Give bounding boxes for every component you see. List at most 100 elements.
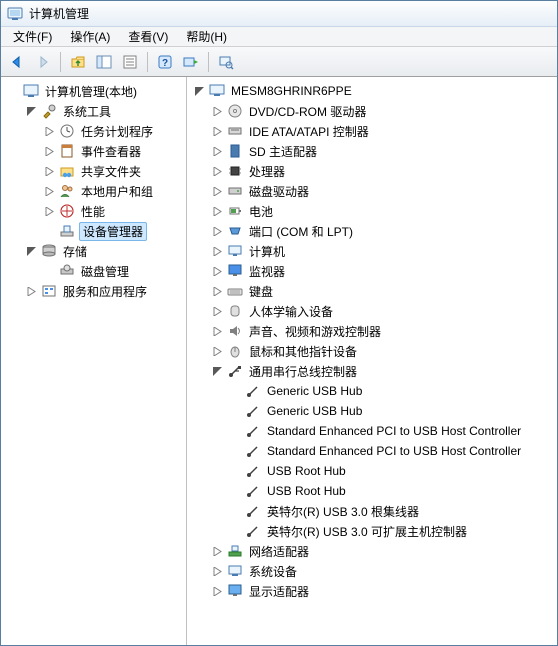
expand-icon[interactable] (211, 265, 223, 277)
expand-icon[interactable] (211, 285, 223, 297)
collapse-icon[interactable] (25, 245, 37, 257)
device-usb-item[interactable]: USB Root Hub (189, 461, 555, 481)
tree-label: 鼠标和其他指针设备 (247, 343, 359, 360)
tree-label: 网络适配器 (247, 543, 311, 560)
expand-icon[interactable] (211, 305, 223, 317)
menu-help[interactable]: 帮助(H) (178, 27, 235, 46)
tree-task-scheduler[interactable]: 任务计划程序 (3, 121, 184, 141)
tree-label: USB Root Hub (265, 464, 348, 478)
up-button[interactable] (66, 50, 90, 74)
expand-icon[interactable] (211, 545, 223, 557)
device-dvd[interactable]: DVD/CD-ROM 驱动器 (189, 101, 555, 121)
device-sd[interactable]: SD 主适配器 (189, 141, 555, 161)
device-manager-icon (59, 223, 75, 239)
tree-label: 磁盘驱动器 (247, 183, 311, 200)
expand-icon[interactable] (211, 225, 223, 237)
expand-icon[interactable] (211, 165, 223, 177)
usb-device-icon (245, 383, 261, 399)
expand-icon[interactable] (43, 125, 55, 137)
usb-device-icon (245, 423, 261, 439)
device-ports[interactable]: 端口 (COM 和 LPT) (189, 221, 555, 241)
show-hide-tree-button[interactable] (92, 50, 116, 74)
no-children-icon (229, 385, 241, 397)
tree-event-viewer[interactable]: 事件查看器 (3, 141, 184, 161)
expand-icon[interactable] (211, 345, 223, 357)
toolbar-separator (208, 52, 209, 72)
tree-services-apps[interactable]: 服务和应用程序 (3, 281, 184, 301)
device-system[interactable]: 系统设备 (189, 561, 555, 581)
expand-icon[interactable] (211, 565, 223, 577)
device-processor[interactable]: 处理器 (189, 161, 555, 181)
expand-icon[interactable] (43, 185, 55, 197)
expand-icon[interactable] (211, 145, 223, 157)
device-usb-item[interactable]: Standard Enhanced PCI to USB Host Contro… (189, 421, 555, 441)
device-battery[interactable]: 电池 (189, 201, 555, 221)
device-usb-item[interactable]: Generic USB Hub (189, 381, 555, 401)
device-hid[interactable]: 人体学输入设备 (189, 301, 555, 321)
tree-storage[interactable]: 存储 (3, 241, 184, 261)
device-disk-drives[interactable]: 磁盘驱动器 (189, 181, 555, 201)
tree-root-computer-management[interactable]: 计算机管理(本地) (3, 81, 184, 101)
device-root-computer[interactable]: MESM8GHRINR6PPE (189, 81, 555, 101)
expand-icon[interactable] (211, 245, 223, 257)
device-keyboard[interactable]: 键盘 (189, 281, 555, 301)
back-button[interactable] (5, 50, 29, 74)
expand-icon[interactable] (211, 185, 223, 197)
tree-device-manager[interactable]: 设备管理器 (3, 221, 184, 241)
expand-icon[interactable] (211, 205, 223, 217)
no-children-icon (229, 445, 241, 457)
tree-label: 电池 (247, 203, 275, 220)
tree-label: Standard Enhanced PCI to USB Host Contro… (265, 444, 523, 458)
tree-local-users[interactable]: 本地用户和组 (3, 181, 184, 201)
menu-action[interactable]: 操作(A) (62, 27, 118, 46)
tree-performance[interactable]: 性能 (3, 201, 184, 221)
usb-device-icon (245, 503, 261, 519)
collapse-icon[interactable] (211, 365, 223, 377)
processor-icon (227, 163, 243, 179)
svg-text:?: ? (162, 58, 168, 69)
expand-icon[interactable] (211, 105, 223, 117)
tree-system-tools[interactable]: 系统工具 (3, 101, 184, 121)
expand-icon[interactable] (43, 205, 55, 217)
collapse-icon[interactable] (193, 85, 205, 97)
device-network[interactable]: 网络适配器 (189, 541, 555, 561)
device-usb-item[interactable]: USB Root Hub (189, 481, 555, 501)
device-sound[interactable]: 声音、视频和游戏控制器 (189, 321, 555, 341)
device-mouse[interactable]: 鼠标和其他指针设备 (189, 341, 555, 361)
device-usb-controllers[interactable]: 通用串行总线控制器 (189, 361, 555, 381)
expand-icon[interactable] (43, 145, 55, 157)
no-children-icon (229, 485, 241, 497)
device-monitor[interactable]: 监视器 (189, 261, 555, 281)
tree-label: 事件查看器 (79, 143, 143, 160)
tree-label: 设备管理器 (79, 222, 147, 241)
device-usb-item[interactable]: Generic USB Hub (189, 401, 555, 421)
expand-icon[interactable] (211, 585, 223, 597)
services-icon (41, 283, 57, 299)
expand-icon[interactable] (211, 125, 223, 137)
tree-shared-folders[interactable]: 共享文件夹 (3, 161, 184, 181)
device-usb-item[interactable]: Standard Enhanced PCI to USB Host Contro… (189, 441, 555, 461)
collapse-icon[interactable] (25, 105, 37, 117)
no-children-icon (43, 265, 55, 277)
expand-icon[interactable] (25, 285, 37, 297)
device-display[interactable]: 显示适配器 (189, 581, 555, 601)
device-computer-category[interactable]: 计算机 (189, 241, 555, 261)
mouse-icon (227, 343, 243, 359)
disk-drive-icon (227, 183, 243, 199)
forward-button[interactable] (31, 50, 55, 74)
device-usb-item[interactable]: 英特尔(R) USB 3.0 根集线器 (189, 501, 555, 521)
expand-icon[interactable] (211, 325, 223, 337)
menu-file[interactable]: 文件(F) (5, 27, 60, 46)
expand-icon[interactable] (7, 85, 19, 97)
tree-label: 处理器 (247, 163, 287, 180)
menu-view[interactable]: 查看(V) (120, 27, 176, 46)
device-ide[interactable]: IDE ATA/ATAPI 控制器 (189, 121, 555, 141)
tree-label: 显示适配器 (247, 583, 311, 600)
device-usb-item[interactable]: 英特尔(R) USB 3.0 可扩展主机控制器 (189, 521, 555, 541)
properties-button[interactable] (118, 50, 142, 74)
expand-icon[interactable] (43, 165, 55, 177)
action-button[interactable] (179, 50, 203, 74)
scan-hardware-button[interactable] (214, 50, 238, 74)
tree-disk-management[interactable]: 磁盘管理 (3, 261, 184, 281)
help-button[interactable]: ? (153, 50, 177, 74)
